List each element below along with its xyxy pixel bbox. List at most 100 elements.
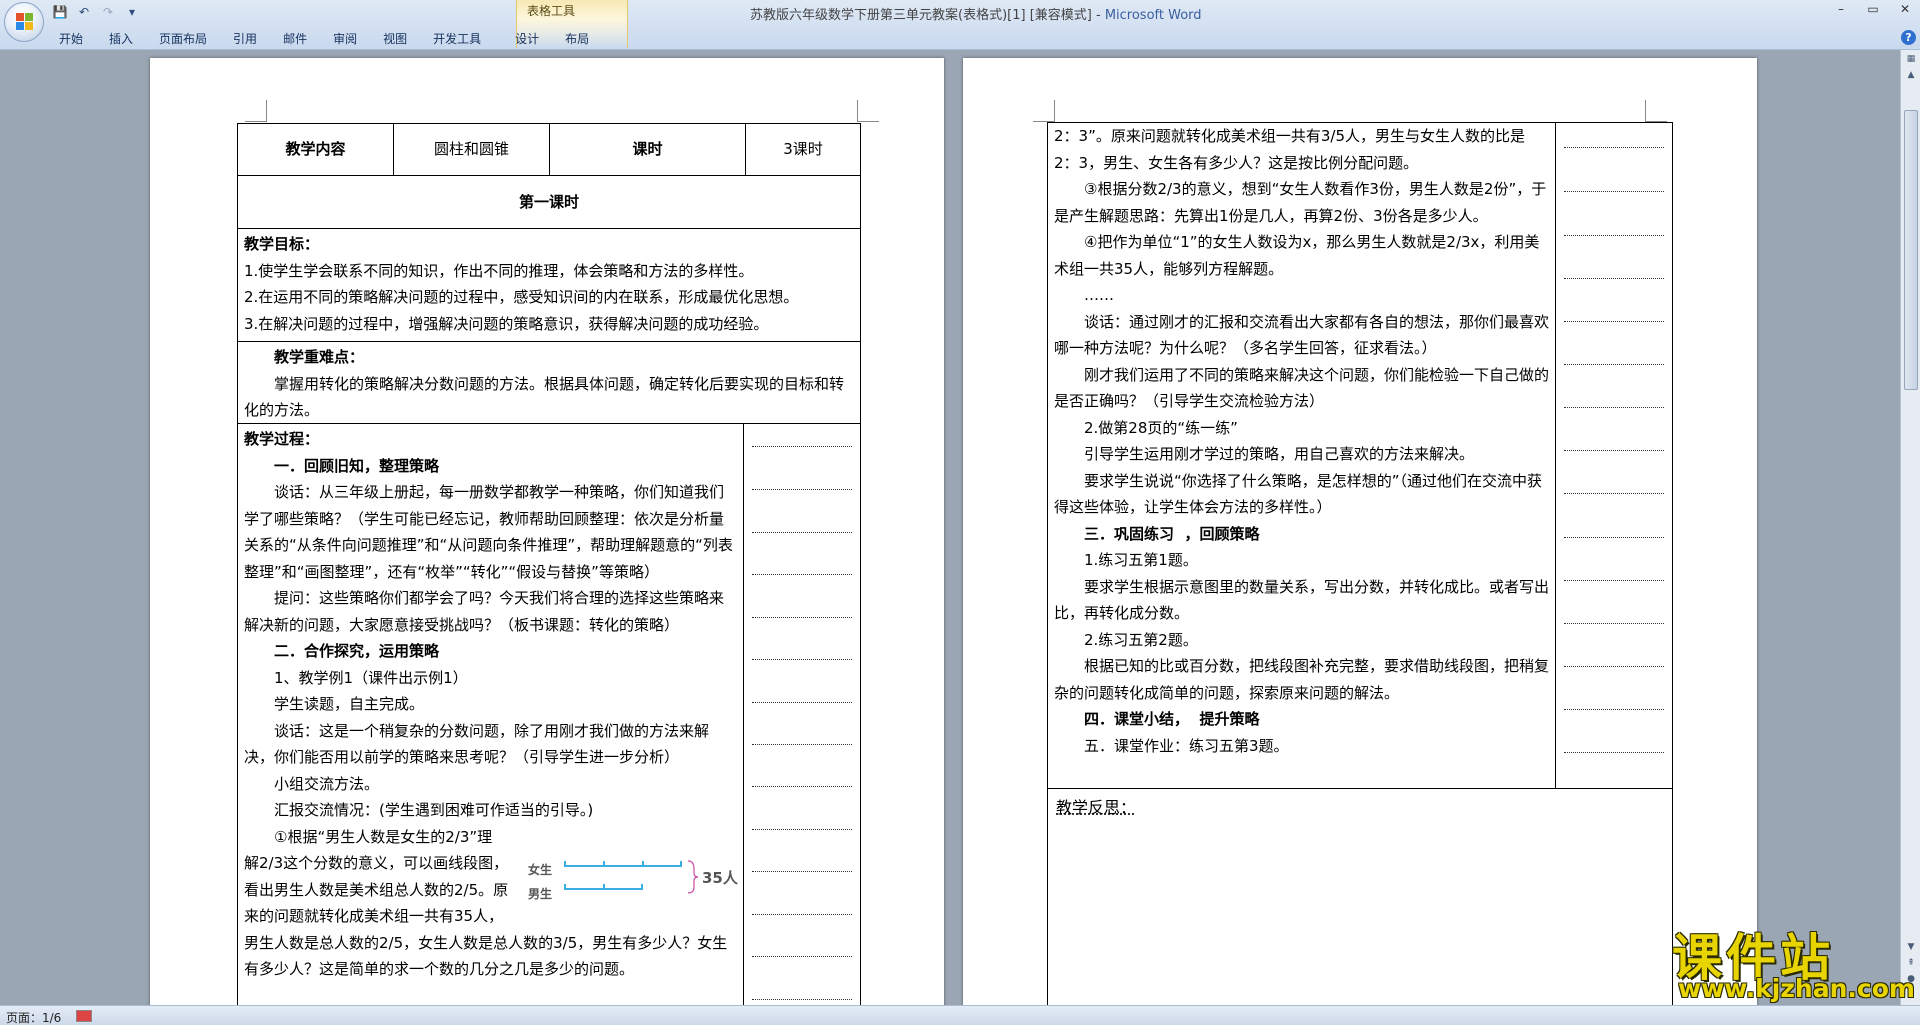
vertical-scrollbar[interactable]: ▦ ▲ ▼ ⇞ ● ⇟ [1900, 50, 1920, 1005]
help-icon[interactable]: ? [1901, 30, 1916, 45]
note-line [752, 446, 852, 447]
title-separator: - [1091, 8, 1105, 23]
process-paragraph: 提问：这些策略你们都学会了吗？今天我们将合理的选择这些策略来解决新的问题，大家愿… [244, 589, 725, 634]
ruler-toggle-icon[interactable]: ▦ [1903, 52, 1919, 66]
note-line [1564, 493, 1664, 494]
segment-tick [603, 861, 605, 867]
process-paragraph: 小组交流方法。 [274, 774, 380, 793]
key-points-text: 掌握用转化的策略解决分数问题的方法。根据具体问题，确定转化后要实现的目标和转化的… [244, 374, 845, 420]
office-button[interactable] [4, 2, 44, 42]
tab-developer[interactable]: 开发工具 [420, 28, 494, 49]
process-cell: 教学过程： 一．回顾旧知，整理策略 谈话：从三年级上册起，每一册数学都教学一种策… [237, 423, 744, 1005]
tab-mailings[interactable]: 邮件 [270, 28, 320, 49]
note-line [1564, 623, 1664, 624]
goal-item: 1.使学生学会联系不同的知识，作出不同的推理，体会策略和方法的多样性。 [244, 261, 754, 280]
note-line [1564, 321, 1664, 322]
section-heading: 一．回顾旧知，整理策略 [274, 456, 440, 475]
brace-icon [687, 860, 699, 894]
process-continued-cell: 2：3”。原来问题就转化成美术组一共有3/5人，男生与女生人数的比是2：3，男生… [1047, 122, 1556, 789]
page-indicator[interactable]: 页面：1/6 [6, 1009, 61, 1025]
note-line [752, 871, 852, 872]
female-segment [564, 865, 682, 867]
header-cell: 教学内容 [237, 123, 394, 176]
process-paragraph: …… [1084, 286, 1114, 304]
section-heading: 三．巩固练习 ，回顾策略 [1084, 524, 1260, 543]
note-line [752, 489, 852, 490]
tab-layout[interactable]: 布局 [552, 28, 602, 49]
process-paragraph: 刚才我们运用了不同的策略来解决这个问题，你们能检验一下自己做的是否正确吗？（引导… [1054, 365, 1550, 411]
tab-view[interactable]: 视图 [370, 28, 420, 49]
previous-page-icon[interactable]: ⇞ [1903, 956, 1919, 970]
notes-column [743, 423, 861, 1005]
note-line [1564, 191, 1664, 192]
notes-column [1555, 122, 1673, 789]
process-paragraph: 根据已知的比或百分数，把线段图补充完整，要求借助线段图，把稍复杂的问题转化成简单… [1054, 657, 1550, 702]
process-paragraph: 汇报交流情况：(学生遇到困难可作适当的引导。) [274, 801, 594, 819]
note-line [1564, 537, 1664, 538]
segment-tick [680, 861, 682, 867]
segment-tick [564, 884, 566, 890]
office-logo-icon [16, 13, 34, 31]
process-paragraph: 要求学生说说“你选择了什么策略，是怎样想的”（通过他们在交流中获得这些体验，让学… [1054, 471, 1543, 517]
document-page-2[interactable]: 2：3”。原来问题就转化成美术组一共有3/5人，男生与女生人数的比是2：3，男生… [963, 58, 1757, 1005]
process-paragraph: 1、教学例1（课件出示例1） [274, 668, 468, 687]
key-points-heading: 教学重难点： [274, 348, 365, 366]
note-line [752, 574, 852, 575]
diagram-label-male: 男生 [528, 887, 553, 901]
scrollbar-thumb[interactable] [1904, 110, 1918, 390]
tab-design[interactable]: 设计 [502, 28, 552, 49]
note-line [752, 914, 852, 915]
quick-access-toolbar: 💾 ↶ ↷ ▾ [50, 2, 142, 22]
process-paragraph: ①根据“男生人数是女生的2/3”理 [274, 827, 493, 846]
restore-button[interactable]: ▭ [1862, 2, 1884, 16]
process-paragraph: 引导学生运用刚才学过的策略，用自己喜欢的方法来解决。 [1084, 445, 1475, 463]
process-heading: 教学过程： [244, 430, 320, 448]
process-paragraph: 2.做第28页的“练一练” [1084, 418, 1238, 437]
process-paragraph: 男生人数是总人数的2/5，女生人数是总人数的3/5，男生有多少人？女生有多少人？… [244, 933, 728, 979]
tab-insert[interactable]: 插入 [96, 28, 146, 49]
note-line [1564, 752, 1664, 753]
goals-heading: 教学目标： [244, 235, 320, 253]
customize-qat-icon[interactable]: ▾ [122, 3, 142, 21]
note-line [752, 956, 852, 957]
document-workspace: 教学内容 圆柱和圆锥 课时 3课时 第一课时 教学目标： 1.使学生学会联系不同… [0, 50, 1900, 1005]
note-line [752, 829, 852, 830]
note-line [1564, 580, 1664, 581]
note-line [752, 702, 852, 703]
redo-icon[interactable]: ↷ [98, 3, 118, 21]
lesson-title: 第一课时 [237, 175, 861, 229]
section-heading: 二．合作探究，运用策略 [274, 642, 440, 660]
note-line [1564, 147, 1664, 148]
lesson-table: 教学内容 圆柱和圆锥 课时 3课时 第一课时 教学目标： 1.使学生学会联系不同… [237, 123, 861, 1005]
undo-icon[interactable]: ↶ [74, 3, 94, 21]
reflection-heading: 教学反思： [1056, 798, 1137, 817]
tab-review[interactable]: 审阅 [320, 28, 370, 49]
note-line [752, 744, 852, 745]
tab-page-layout[interactable]: 页面布局 [146, 28, 220, 49]
save-icon[interactable]: 💾 [50, 3, 70, 21]
site-watermark: 课件站 www.kjzhan.com [1672, 918, 1915, 1003]
header-cell: 圆柱和圆锥 [393, 123, 550, 176]
tab-references[interactable]: 引用 [220, 28, 270, 49]
process-paragraph: 谈话：这是一个稍复杂的分数问题，除了用刚才我们做的方法来解决，你们能否用以前学的… [244, 721, 710, 767]
title-bar: 💾 ↶ ↷ ▾ 表格工具 苏教版六年级数学下册第三单元教案(表格式)[1] [兼… [0, 0, 1920, 50]
note-line [1564, 235, 1664, 236]
segment-tick [603, 884, 605, 890]
document-page-1[interactable]: 教学内容 圆柱和圆锥 课时 3课时 第一课时 教学目标： 1.使学生学会联系不同… [150, 58, 944, 1005]
ribbon-tabs: 开始 插入 页面布局 引用 邮件 审阅 视图 开发工具 设计 布局 [46, 28, 602, 49]
close-button[interactable]: ✕ [1894, 2, 1916, 16]
macro-record-icon[interactable] [76, 1010, 92, 1022]
note-line [1564, 450, 1664, 451]
minimize-button[interactable]: – [1830, 2, 1852, 16]
process-paragraph: ③根据分数2/3的意义，想到“女生人数看作3份，男生人数是2份”，于是产生解题思… [1054, 180, 1547, 225]
note-line [1564, 666, 1664, 667]
scroll-up-icon[interactable]: ▲ [1903, 68, 1919, 82]
goal-item: 2.在运用不同的策略解决问题的过程中，感受知识间的内在联系，形成最优化思想。 [244, 288, 799, 306]
diagram-total: 35人 [702, 869, 738, 887]
note-line [1564, 278, 1664, 279]
segment-tick [564, 861, 566, 867]
scroll-down-icon[interactable]: ▼ [1903, 940, 1919, 954]
process-paragraph: 学生读题，自主完成。 [274, 695, 425, 713]
tab-home[interactable]: 开始 [46, 28, 96, 49]
key-points-cell: 教学重难点： 掌握用转化的策略解决分数问题的方法。根据具体问题，确定转化后要实现… [237, 341, 861, 424]
